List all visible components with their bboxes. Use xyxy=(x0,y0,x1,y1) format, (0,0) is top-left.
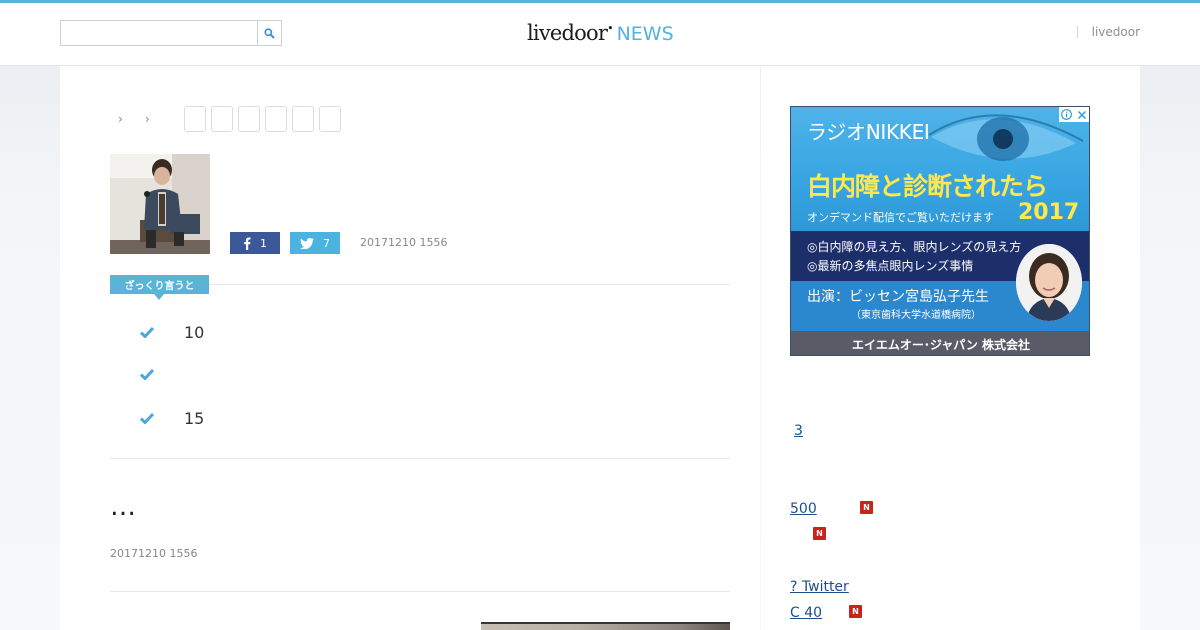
ad-bullet: ◎白内障の見え方、眼内レンズの見え方 xyxy=(807,240,1022,254)
speaker-photo xyxy=(110,154,210,254)
sidebar-ad-banner[interactable]: ラジオNIKKEI 白内障と診断されたら オンデマンド配信でご覧いただけます 2… xyxy=(790,106,1090,356)
facebook-share-button[interactable]: 1 xyxy=(230,232,280,254)
ad-subline: オンデマンド配信でご覧いただけます xyxy=(807,211,994,224)
info-icon[interactable] xyxy=(1059,107,1074,122)
summary-point-text: 10 xyxy=(184,322,205,342)
facebook-icon xyxy=(244,237,251,250)
ad-bullet: ◎最新の多焦点眼内レンズ事情 xyxy=(807,259,974,273)
share-button[interactable] xyxy=(238,106,260,132)
ad-company: エイエムオー･ジャパン 株式会社 xyxy=(851,338,1031,352)
summary-label-tip xyxy=(154,294,164,300)
share-button[interactable] xyxy=(184,106,206,132)
header-right-nav: livedoor xyxy=(1076,25,1140,39)
ad-guest-affiliation: （東京歯科大学水道橋病院） xyxy=(851,310,981,321)
sidebar-link[interactable]: 500 xyxy=(790,501,817,517)
article-photo[interactable] xyxy=(481,622,730,630)
summary-point: 10 xyxy=(139,321,205,343)
summary-point xyxy=(139,363,184,385)
close-icon[interactable] xyxy=(1074,107,1089,122)
checkmark-icon xyxy=(139,323,184,342)
search-icon xyxy=(264,27,275,39)
search-button[interactable] xyxy=(257,21,281,45)
site-logo[interactable]: livedoor • NEWS xyxy=(527,21,674,47)
summary-point-text: 15 xyxy=(184,408,205,428)
checkmark-icon xyxy=(139,409,184,428)
twitter-count: 7 xyxy=(323,236,330,250)
ad-headline: 白内障と診断されたら xyxy=(807,172,1048,201)
sidebar-link[interactable]: C 40 xyxy=(790,605,822,621)
article-body-date: 20171210 1556 xyxy=(110,547,198,560)
article-date: 20171210 1556 xyxy=(360,236,448,249)
breadcrumb: › › xyxy=(110,110,164,128)
article-body-heading: … xyxy=(110,492,138,522)
sidebar-link[interactable]: ? Twitter xyxy=(790,579,849,595)
sidebar-link[interactable]: 3 xyxy=(794,423,803,439)
ad-brand: ラジオNIKKEI xyxy=(807,120,930,144)
divider xyxy=(110,591,730,592)
logo-brand: livedoor xyxy=(527,21,608,45)
new-badge: N xyxy=(813,527,826,540)
site-header: livedoor • NEWS livedoor xyxy=(0,3,1200,66)
article-card xyxy=(60,66,760,630)
search-form xyxy=(60,20,282,46)
ad-year: 2017 xyxy=(1018,200,1080,225)
new-badge: N xyxy=(860,501,873,514)
summary-label: ざっくり言うと xyxy=(110,275,209,294)
logo-dot: • xyxy=(607,22,614,35)
checkmark-icon xyxy=(139,365,184,384)
ad-choices xyxy=(1059,107,1089,122)
divider xyxy=(1076,26,1078,38)
search-input[interactable] xyxy=(61,21,257,45)
livedoor-link[interactable]: livedoor xyxy=(1092,25,1140,39)
ad-guest: 出演：ビッセン宮島弘子先生 xyxy=(807,289,989,305)
summary-point: 15 xyxy=(139,407,205,429)
share-button[interactable] xyxy=(319,106,341,132)
share-button[interactable] xyxy=(292,106,314,132)
share-button[interactable] xyxy=(211,106,233,132)
twitter-icon xyxy=(300,237,314,249)
chevron-right-icon: › xyxy=(118,112,123,126)
facebook-count: 1 xyxy=(260,236,267,250)
share-button[interactable] xyxy=(265,106,287,132)
twitter-share-button[interactable]: 7 xyxy=(290,232,340,254)
new-badge: N xyxy=(849,605,862,618)
chevron-right-icon: › xyxy=(145,112,150,126)
logo-section: NEWS xyxy=(616,23,674,45)
divider xyxy=(110,458,730,459)
share-buttons xyxy=(184,106,341,132)
ad-guest-portrait xyxy=(1016,244,1082,321)
article-thumbnail[interactable] xyxy=(110,154,210,254)
